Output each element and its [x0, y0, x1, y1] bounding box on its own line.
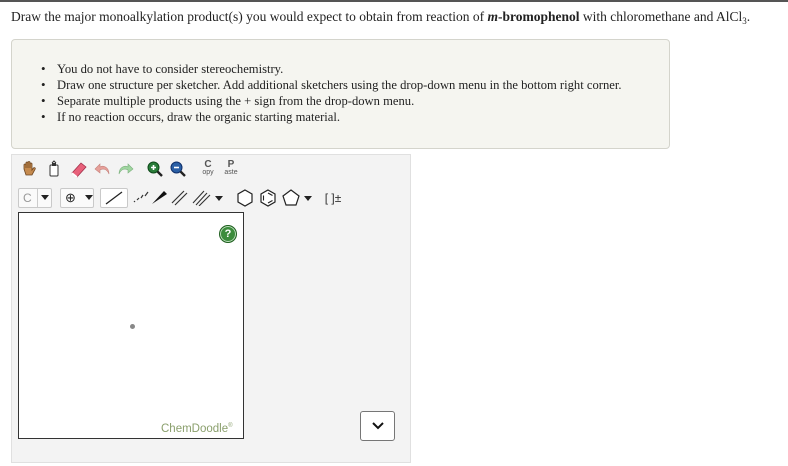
charge-selector[interactable]: ⊕: [60, 188, 94, 208]
wedge-bond-icon[interactable]: [148, 187, 170, 209]
instruction-item: Draw one structure per sketcher. Add add…: [41, 77, 621, 93]
instruction-item: You do not have to consider stereochemis…: [41, 61, 621, 77]
cyclohexane-icon[interactable]: [234, 187, 256, 209]
atom-selector[interactable]: C: [18, 188, 52, 208]
atom-label: C: [23, 191, 32, 205]
help-icon[interactable]: ?: [219, 225, 237, 243]
question-prefix: Draw the major monoalkylation product(s)…: [11, 9, 488, 24]
undo-icon[interactable]: [92, 158, 114, 180]
single-bond-icon: [105, 191, 123, 205]
bracket-button[interactable]: [ ]±: [320, 187, 346, 209]
brand-text: ChemDoodle: [161, 423, 229, 435]
question-suffix: with chloromethane and AlCl: [579, 9, 743, 24]
paste-bottom-label: aste: [224, 169, 238, 176]
hand-pan-icon[interactable]: [18, 158, 40, 180]
zoom-in-icon[interactable]: [144, 158, 166, 180]
instruction-item: If no reaction occurs, draw the organic …: [41, 109, 621, 125]
add-sketcher-dropdown[interactable]: [360, 411, 395, 441]
single-bond-button[interactable]: [100, 188, 128, 208]
chemdoodle-sketcher: C opy P aste C ⊕ [ ]± ? ChemDoodle®: [11, 154, 411, 463]
lasso-select-icon[interactable]: [43, 158, 65, 180]
benzene-icon[interactable]: [257, 187, 279, 209]
dropdown-arrow-icon: [41, 195, 49, 200]
copy-top-label: C: [204, 159, 212, 170]
dropdown-arrow-icon: [85, 195, 93, 200]
instructions-box: You do not have to consider stereochemis…: [11, 39, 670, 149]
copy-bottom-label: opy: [202, 169, 214, 176]
zoom-out-icon[interactable]: [167, 158, 189, 180]
question-italic: m: [487, 9, 499, 24]
instructions-list: You do not have to consider stereochemis…: [41, 61, 621, 125]
cyclopentane-icon[interactable]: [280, 187, 302, 209]
ring-dropdown-arrow-icon[interactable]: [304, 196, 312, 202]
drawing-canvas[interactable]: ? ChemDoodle®: [18, 212, 244, 439]
bond-dropdown-arrow-icon[interactable]: [215, 196, 223, 202]
paste-top-label: P: [227, 159, 235, 170]
double-bond-icon[interactable]: [169, 187, 191, 209]
redo-icon[interactable]: [114, 158, 136, 180]
chevron-down-icon: [371, 422, 384, 430]
brand-mark: ®: [228, 423, 233, 429]
triple-bond-icon[interactable]: [192, 187, 214, 209]
canvas-center-dot: [130, 324, 135, 329]
instruction-item: Separate multiple products using the + s…: [41, 93, 621, 109]
top-border: [0, 0, 788, 2]
question-bold: -bromophenol: [498, 9, 580, 24]
eraser-icon[interactable]: [68, 158, 90, 180]
paste-button[interactable]: P aste: [220, 158, 242, 180]
copy-button[interactable]: C opy: [197, 158, 219, 180]
charge-label: ⊕: [65, 190, 76, 205]
question-end: .: [746, 9, 751, 24]
chemdoodle-brand: ChemDoodle®: [161, 423, 233, 435]
question-text: Draw the major monoalkylation product(s)…: [11, 8, 750, 30]
